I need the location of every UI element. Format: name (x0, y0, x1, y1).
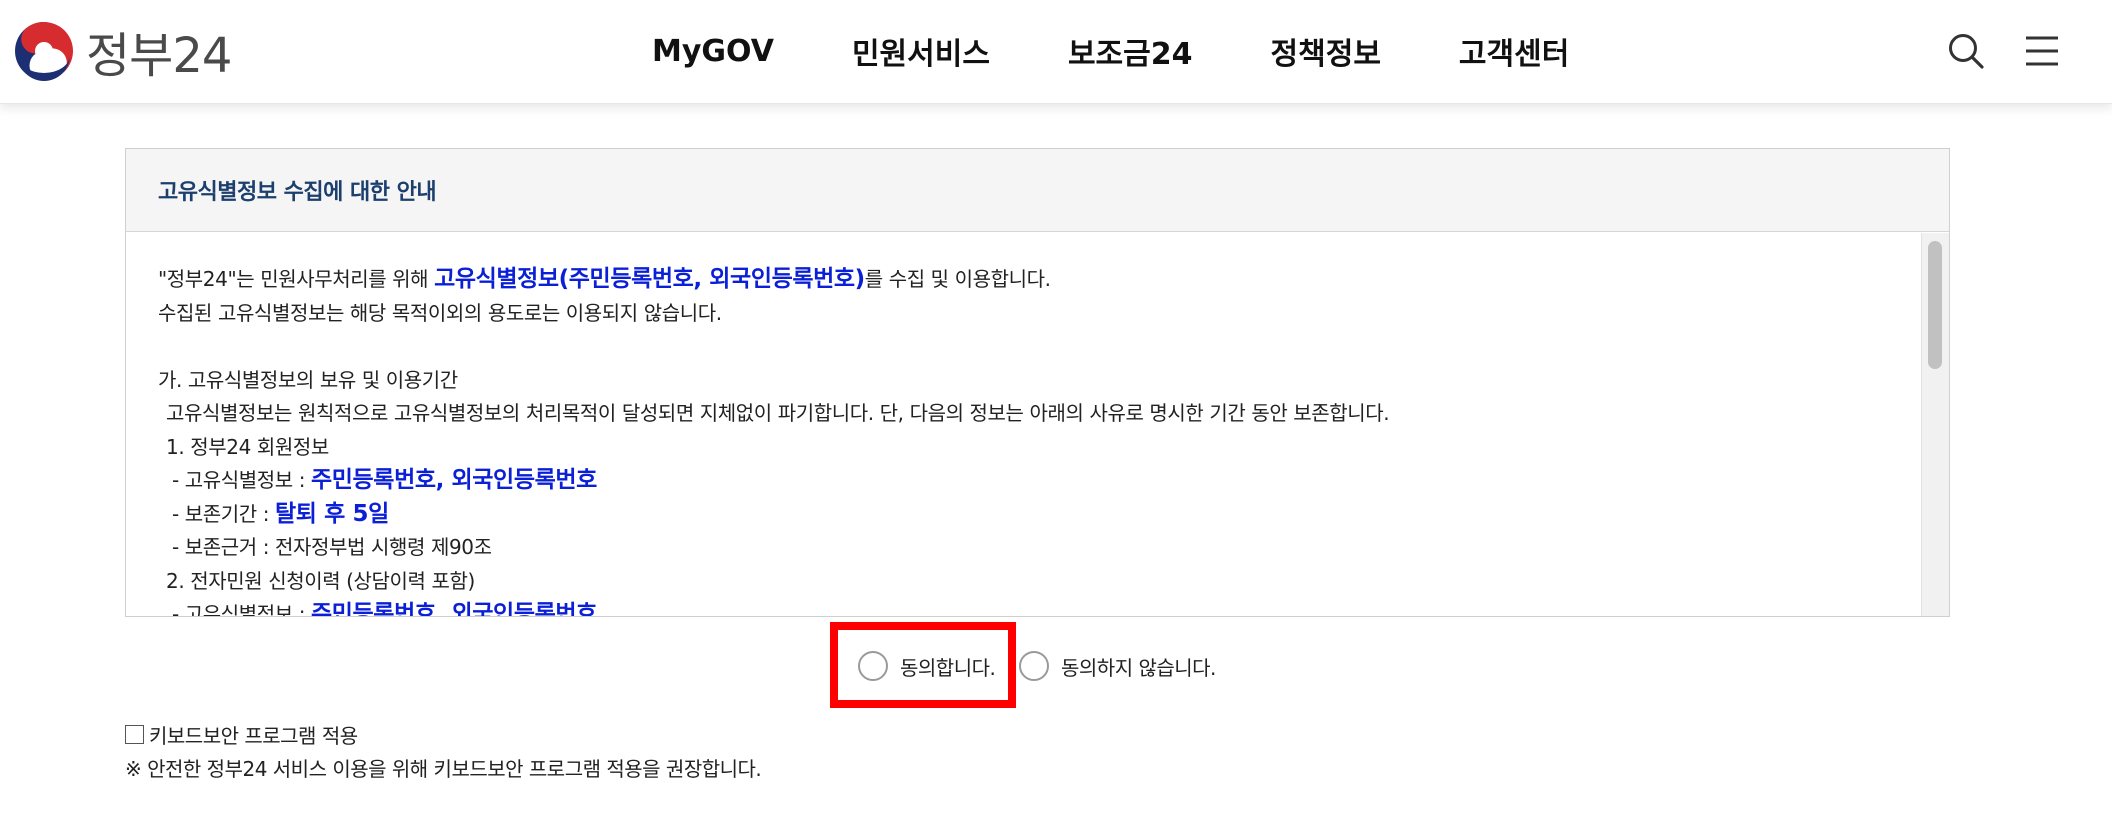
agree-radio[interactable] (858, 651, 888, 681)
taegeuk-logo-icon (15, 22, 73, 81)
nav-subsidy24[interactable]: 보조금24 (1068, 29, 1193, 73)
highlight-text: 탈퇴 후 5일 (275, 500, 389, 527)
terms-scroll-area[interactable]: "정부24"는 민원사무처리를 위해 고유식별정보(주민등록번호, 외국인등록번… (126, 233, 1949, 616)
terms-line: - 고유식별정보 : 주민등록번호, 외국인등록번호 (172, 467, 597, 493)
agree-label: 동의합니다. (900, 655, 996, 680)
highlight-text: 주민등록번호, 외국인등록번호 (311, 601, 597, 616)
search-icon[interactable] (1945, 30, 1987, 72)
section-heading: 가. 고유식별정보의 보유 및 이용기간 (158, 367, 458, 392)
keyboard-security-checkbox[interactable] (125, 724, 144, 744)
terms-line: - 보존기간 : 탈퇴 후 5일 (172, 500, 389, 527)
keyboard-security-note: ※ 안전한 정부24 서비스 이용을 위해 키보드보안 프로그램 적용을 권장합… (125, 757, 762, 781)
terms-line: 수집된 고유식별정보는 해당 목적이외의 용도로는 이용되지 않습니다. (158, 300, 722, 325)
logo-text: 정부24 (86, 28, 232, 84)
main-nav: MyGOV 민원서비스 보조금24 정책정보 고객센터 (652, 26, 1569, 76)
terms-line: "정부24"는 민원사무처리를 위해 고유식별정보(주민등록번호, 외국인등록번… (158, 266, 1051, 292)
nav-policy-info[interactable]: 정책정보 (1271, 29, 1381, 73)
nav-civil-services[interactable]: 민원서비스 (852, 29, 990, 73)
terms-item: 1. 정부24 회원정보 (166, 434, 329, 459)
keyboard-security-option[interactable]: 키보드보안 프로그램 적용 (125, 720, 358, 748)
terms-line: - 고유식별정보 : 주민등록번호, 외국인등록번호 (158, 598, 1918, 616)
hamburger-menu-icon[interactable] (2021, 30, 2063, 72)
site-header: 정부24 MyGOV 민원서비스 보조금24 정책정보 고객센터 (0, 0, 2112, 104)
disagree-radio[interactable] (1019, 651, 1049, 681)
keyboard-security-label: 키보드보안 프로그램 적용 (149, 723, 358, 748)
scrollbar[interactable] (1921, 233, 1949, 616)
terms-item: 2. 전자민원 신청이력 (상담이력 포함) (166, 568, 475, 593)
nav-customer-center[interactable]: 고객센터 (1459, 29, 1569, 73)
agree-radio-option[interactable]: 동의합니다. (858, 648, 996, 684)
nav-mygov[interactable]: MyGOV (652, 34, 774, 69)
scrollbar-thumb[interactable] (1928, 241, 1942, 369)
disagree-label: 동의하지 않습니다. (1061, 655, 1216, 680)
terms-title: 고유식별정보 수집에 대한 안내 (158, 180, 437, 205)
gov24-logo[interactable]: 정부24 (14, 20, 232, 84)
terms-line: - 보존근거 : 전자정부법 시행령 제90조 (172, 535, 492, 559)
highlight-text: 주민등록번호, 외국인등록번호 (311, 467, 597, 493)
disagree-radio-option[interactable]: 동의하지 않습니다. (1019, 648, 1216, 684)
highlight-text: 고유식별정보(주민등록번호, 외국인등록번호) (434, 266, 865, 292)
terms-box: 고유식별정보 수집에 대한 안내 "정부24"는 민원사무처리를 위해 고유식별… (125, 148, 1950, 617)
terms-text: "정부24"는 민원사무처리를 위해 고유식별정보(주민등록번호, 외국인등록번… (158, 263, 1918, 616)
terms-header: 고유식별정보 수집에 대한 안내 (126, 149, 1949, 232)
terms-line: 고유식별정보는 원칙적으로 고유식별정보의 처리목적이 달성되면 지체없이 파기… (166, 401, 1390, 425)
